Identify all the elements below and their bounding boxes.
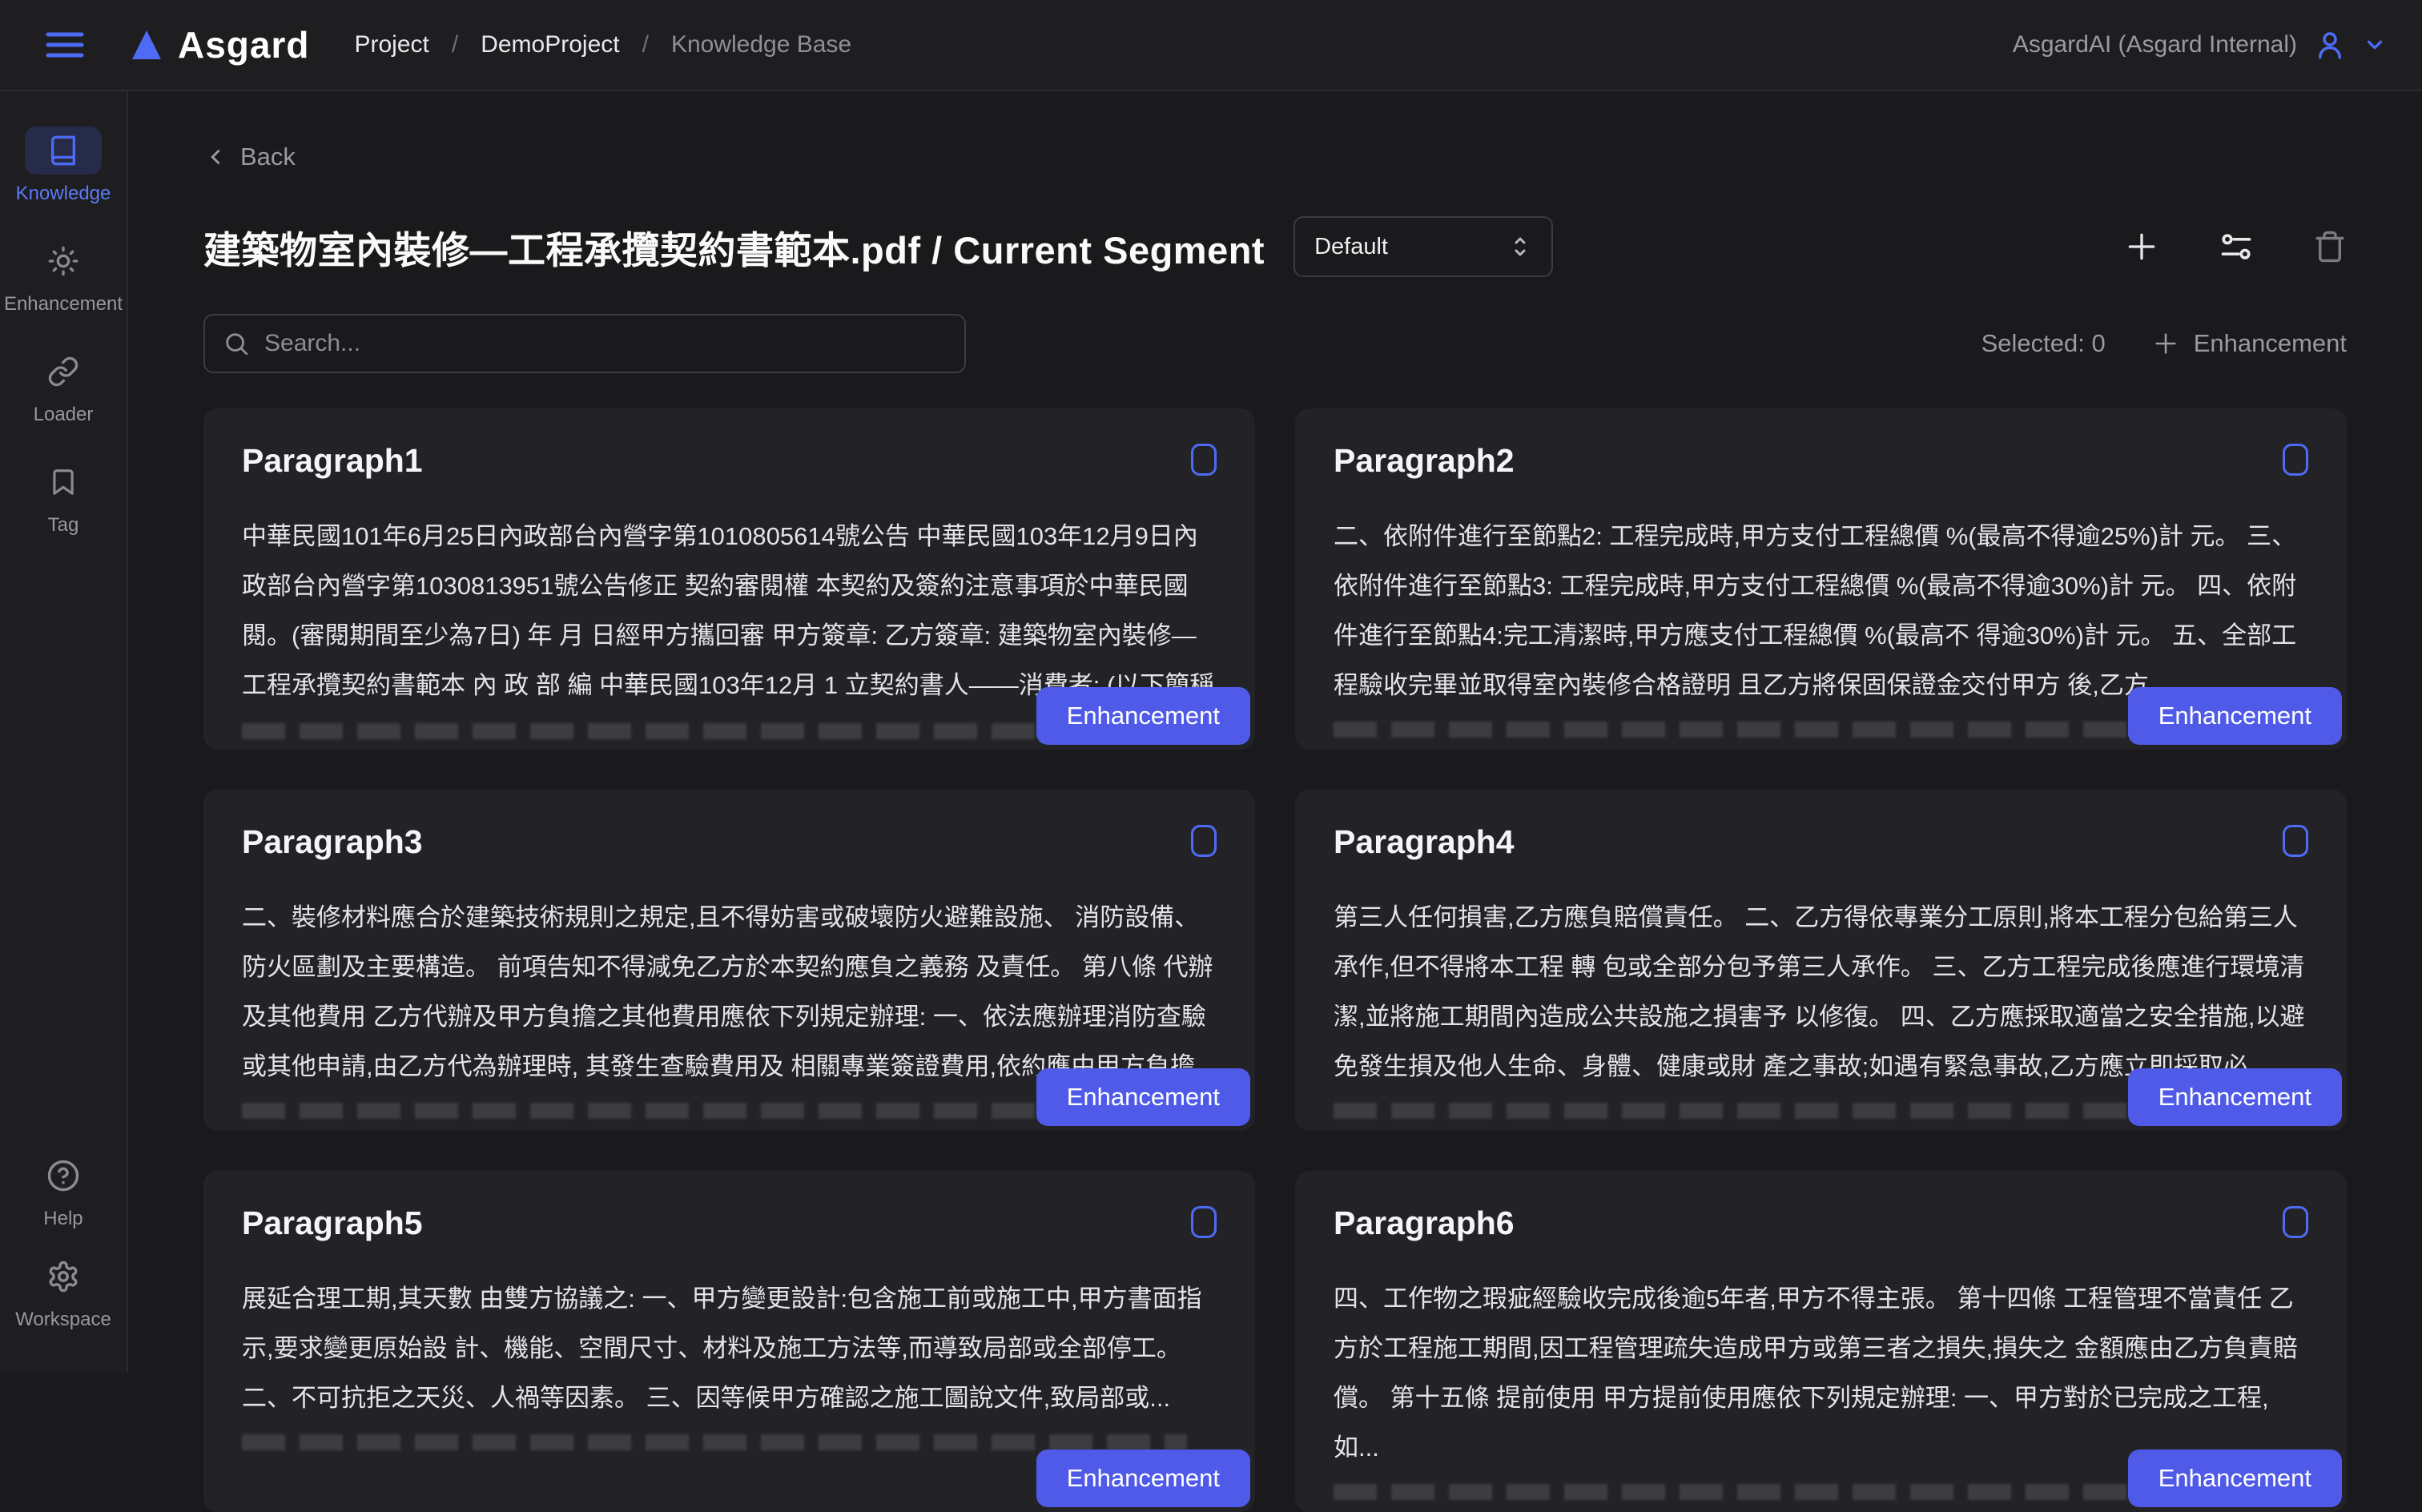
sidebar-label-knowledge: Knowledge: [16, 183, 111, 205]
book-icon: [25, 127, 102, 175]
card-title: Paragraph2: [1334, 442, 1515, 480]
chevron-left-icon: [203, 143, 227, 171]
breadcrumb-project[interactable]: Project: [354, 31, 428, 58]
card-checkbox[interactable]: [2283, 1206, 2308, 1238]
card-head: Paragraph2: [1334, 442, 2308, 480]
sidebar-item-help[interactable]: Help: [25, 1152, 102, 1230]
card-title: Paragraph1: [242, 442, 423, 480]
sidebar-label-workspace: Workspace: [15, 1309, 111, 1331]
card-enhancement-button[interactable]: Enhancement: [1036, 1450, 1250, 1507]
add-segment-button[interactable]: [2124, 229, 2159, 264]
card-enhancement-button[interactable]: Enhancement: [2128, 1450, 2342, 1507]
link-icon: [25, 348, 102, 396]
page-title: 建築物室內裝修—工程承攬契約書範本.pdf / Current Segment: [203, 219, 1265, 275]
add-enhancement-button[interactable]: Enhancement: [2152, 329, 2347, 358]
paragraph-card: Paragraph5 展延合理工期,其天數 由雙方協議之: 一、甲方變更設計:包…: [203, 1171, 1255, 1512]
sidebar-bottom: Help Workspace: [15, 1152, 111, 1331]
sidebar: Knowledge Enhancement Loader Tag: [0, 91, 128, 1373]
search-actions: Selected: 0 Enhancement: [1981, 329, 2347, 358]
card-checkbox[interactable]: [2283, 825, 2308, 857]
card-title: Paragraph4: [1334, 823, 1515, 861]
back-label: Back: [240, 143, 296, 171]
paragraph-card: Paragraph4 第三人任何損害,乙方應負賠償責任。 二、乙方得依專業分工原…: [1295, 790, 2347, 1131]
paragraph-card: Paragraph6 四、工作物之瑕疵經驗收完成後逾5年者,甲方不得主張。 第十…: [1295, 1171, 2347, 1512]
card-checkbox[interactable]: [1191, 825, 1217, 857]
main-content: Back 建築物室內裝修—工程承攬契約書範本.pdf / Current Seg…: [128, 91, 2422, 1373]
bookmark-icon: [25, 458, 102, 506]
sidebar-item-loader[interactable]: Loader: [25, 348, 102, 426]
sidebar-item-knowledge[interactable]: Knowledge: [16, 127, 111, 205]
breadcrumb: Project / DemoProject / Knowledge Base: [354, 31, 851, 58]
title-actions: [2124, 229, 2347, 264]
card-enhancement-button[interactable]: Enhancement: [1036, 1068, 1250, 1126]
paragraph-card: Paragraph3 二、裝修材料應合於建築技術規則之規定,且不得妨害或破壞防火…: [203, 790, 1255, 1131]
card-checkbox[interactable]: [2283, 444, 2308, 476]
back-button[interactable]: Back: [203, 143, 296, 171]
plus-icon: [2152, 330, 2179, 357]
plus-icon: [2124, 229, 2159, 264]
card-title: Paragraph6: [1334, 1204, 1515, 1242]
help-circle-icon: [25, 1152, 102, 1200]
sidebar-item-workspace[interactable]: Workspace: [15, 1253, 111, 1331]
card-text: 四、工作物之瑕疵經驗收完成後逾5年者,甲方不得主張。 第十四條 工程管理不當責任…: [1334, 1274, 2308, 1473]
hamburger-menu-icon[interactable]: [45, 28, 85, 62]
logo-text: Asgard: [178, 23, 309, 66]
card-enhancement-button[interactable]: Enhancement: [2128, 687, 2342, 745]
title-row: 建築物室內裝修—工程承攬契約書範本.pdf / Current Segment …: [203, 216, 2347, 277]
asgard-logo[interactable]: Asgard: [130, 23, 309, 66]
card-head: Paragraph3: [242, 823, 1217, 861]
paragraph-card: Paragraph1 中華民國101年6月25日內政部台內營字第10108056…: [203, 408, 1255, 750]
sidebar-label-loader: Loader: [34, 404, 94, 426]
sliders-icon: [2219, 229, 2254, 264]
card-head: Paragraph4: [1334, 823, 2308, 861]
card-head: Paragraph1: [242, 442, 1217, 480]
search-row: Selected: 0 Enhancement: [203, 314, 2347, 373]
search-input[interactable]: [264, 330, 947, 357]
cards-grid: Paragraph1 中華民國101年6月25日內政部台內營字第10108056…: [203, 408, 2347, 1512]
sun-icon: [25, 237, 102, 285]
card-text: 展延合理工期,其天數 由雙方協議之: 一、甲方變更設計:包含施工前或施工中,甲方…: [242, 1274, 1217, 1423]
search-icon: [223, 330, 250, 357]
card-text: 二、裝修材料應合於建築技術規則之規定,且不得妨害或破壞防火避難設施、 消防設備、…: [242, 893, 1217, 1092]
sidebar-label-enhancement: Enhancement: [4, 293, 123, 316]
account-label: AsgardAI (Asgard Internal): [2013, 31, 2297, 58]
trash-icon: [2313, 230, 2347, 263]
sidebar-label-help: Help: [43, 1208, 82, 1230]
add-enhancement-label: Enhancement: [2194, 329, 2347, 358]
search-box: [203, 314, 966, 373]
sidebar-item-tag[interactable]: Tag: [25, 458, 102, 537]
breadcrumb-separator: /: [452, 31, 458, 58]
selected-count: Selected: 0: [1981, 329, 2106, 358]
settings-sliders-button[interactable]: [2219, 229, 2254, 264]
card-text: 第三人任何損害,乙方應負賠償責任。 二、乙方得依專業分工原則,將本工程分包給第三…: [1334, 893, 2308, 1092]
clipped-text-line: [242, 1434, 1187, 1450]
card-title: Paragraph3: [242, 823, 423, 861]
segment-select[interactable]: Default: [1293, 216, 1553, 277]
delete-button[interactable]: [2313, 230, 2347, 263]
card-enhancement-button[interactable]: Enhancement: [1036, 687, 1250, 745]
paragraph-card: Paragraph2 二、依附件進行至節點2: 工程完成時,甲方支付工程總價 %…: [1295, 408, 2347, 750]
card-head: Paragraph5: [242, 1204, 1217, 1242]
card-checkbox[interactable]: [1191, 444, 1217, 476]
card-checkbox[interactable]: [1191, 1206, 1217, 1238]
segment-select-value: Default: [1314, 234, 1388, 260]
card-title: Paragraph5: [242, 1204, 423, 1242]
user-icon: [2313, 28, 2347, 62]
card-text: 中華民國101年6月25日內政部台內營字第1010805614號公告 中華民國1…: [242, 512, 1217, 712]
account-menu[interactable]: AsgardAI (Asgard Internal): [2013, 28, 2387, 62]
card-enhancement-button[interactable]: Enhancement: [2128, 1068, 2342, 1126]
sidebar-label-tag: Tag: [48, 514, 79, 537]
select-chevrons-icon: [1508, 232, 1532, 261]
chevron-down-icon: [2363, 33, 2387, 57]
card-head: Paragraph6: [1334, 1204, 2308, 1242]
breadcrumb-current: Knowledge Base: [671, 31, 851, 58]
gear-icon: [25, 1253, 102, 1301]
logo-triangle-icon: [130, 28, 163, 62]
sidebar-item-enhancement[interactable]: Enhancement: [4, 237, 123, 316]
card-text: 二、依附件進行至節點2: 工程完成時,甲方支付工程總價 %(最高不得逾25%)計…: [1334, 512, 2308, 710]
breadcrumb-demoproject[interactable]: DemoProject: [481, 31, 619, 58]
breadcrumb-separator: /: [642, 31, 649, 58]
top-header: Asgard Project / DemoProject / Knowledge…: [0, 0, 2422, 91]
